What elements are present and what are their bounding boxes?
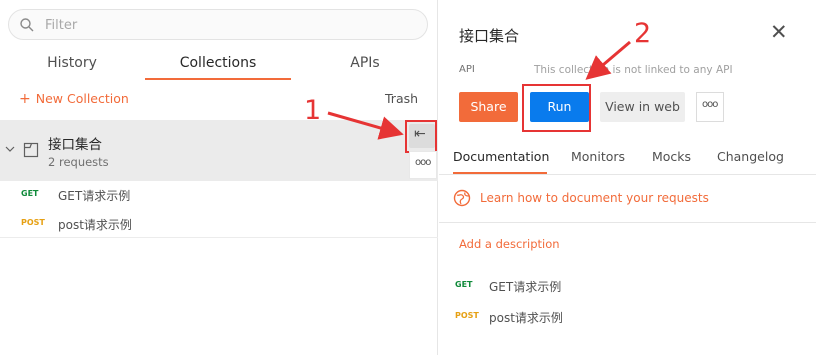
add-description-link[interactable]: Add a description bbox=[459, 237, 560, 251]
tab-monitors[interactable]: Monitors bbox=[571, 149, 625, 174]
divider bbox=[0, 237, 438, 238]
close-icon[interactable]: ✕ bbox=[770, 22, 788, 43]
tab-apis[interactable]: APIs bbox=[335, 50, 395, 80]
new-collection-button[interactable]: + New Collection bbox=[19, 91, 129, 107]
method-badge-post: POST bbox=[21, 218, 45, 227]
collections-sidebar: History Collections APIs + New Collection… bbox=[0, 0, 438, 355]
chevron-down-icon[interactable] bbox=[5, 144, 15, 154]
api-label: API bbox=[459, 64, 475, 75]
tab-history[interactable]: History bbox=[37, 50, 107, 80]
annotation-number-1: 1 bbox=[304, 95, 322, 126]
detail-more-button[interactable]: ooo bbox=[696, 92, 724, 122]
search-input[interactable] bbox=[45, 15, 415, 35]
globe-icon bbox=[453, 189, 471, 207]
divider bbox=[439, 222, 816, 223]
folder-icon bbox=[23, 142, 39, 158]
trash-link[interactable]: Trash bbox=[385, 91, 418, 106]
panel-title: 接口集合 bbox=[459, 27, 520, 45]
request-item[interactable]: GET GET请求示例 bbox=[439, 273, 816, 301]
share-button[interactable]: Share bbox=[459, 92, 518, 122]
request-item[interactable]: GET GET请求示例 bbox=[0, 182, 438, 210]
tab-collections[interactable]: Collections bbox=[145, 50, 291, 80]
tab-documentation[interactable]: Documentation bbox=[453, 149, 549, 174]
sidebar-tabs: History Collections APIs bbox=[0, 50, 438, 80]
api-link-status: This collection is not linked to any API bbox=[534, 64, 733, 76]
detail-tabs: Documentation Monitors Mocks Changelog bbox=[439, 143, 816, 175]
annotation-highlight-collapse bbox=[405, 120, 437, 153]
method-badge-get: GET bbox=[455, 280, 473, 289]
request-item[interactable]: POST post请求示例 bbox=[0, 211, 438, 239]
more-icon: ooo bbox=[702, 99, 718, 110]
tab-mocks[interactable]: Mocks bbox=[652, 149, 691, 174]
learn-docs-label: Learn how to document your requests bbox=[480, 191, 709, 205]
search-box[interactable] bbox=[8, 9, 428, 40]
request-name: GET请求示例 bbox=[489, 280, 562, 294]
new-collection-label: New Collection bbox=[35, 91, 129, 106]
collection-row[interactable]: 接口集合 2 requests bbox=[0, 120, 438, 181]
method-badge-get: GET bbox=[21, 189, 39, 198]
request-name: GET请求示例 bbox=[58, 189, 131, 203]
more-icon: ooo bbox=[415, 157, 431, 168]
tab-changelog[interactable]: Changelog bbox=[717, 149, 784, 174]
collection-detail-panel: 接口集合 ✕ API This collection is not linked… bbox=[439, 0, 816, 355]
view-in-web-button[interactable]: View in web bbox=[600, 92, 685, 122]
annotation-highlight-run bbox=[522, 84, 591, 132]
request-item[interactable]: POST post请求示例 bbox=[439, 304, 816, 332]
plus-icon: + bbox=[19, 91, 31, 107]
request-name: post请求示例 bbox=[489, 311, 563, 325]
annotation-number-2: 2 bbox=[634, 18, 652, 49]
collection-name: 接口集合 bbox=[48, 137, 102, 153]
collection-request-count: 2 requests bbox=[48, 155, 109, 169]
search-icon bbox=[20, 18, 34, 32]
method-badge-post: POST bbox=[455, 311, 479, 320]
request-name: post请求示例 bbox=[58, 218, 132, 232]
collection-more-button[interactable]: ooo bbox=[409, 151, 437, 179]
